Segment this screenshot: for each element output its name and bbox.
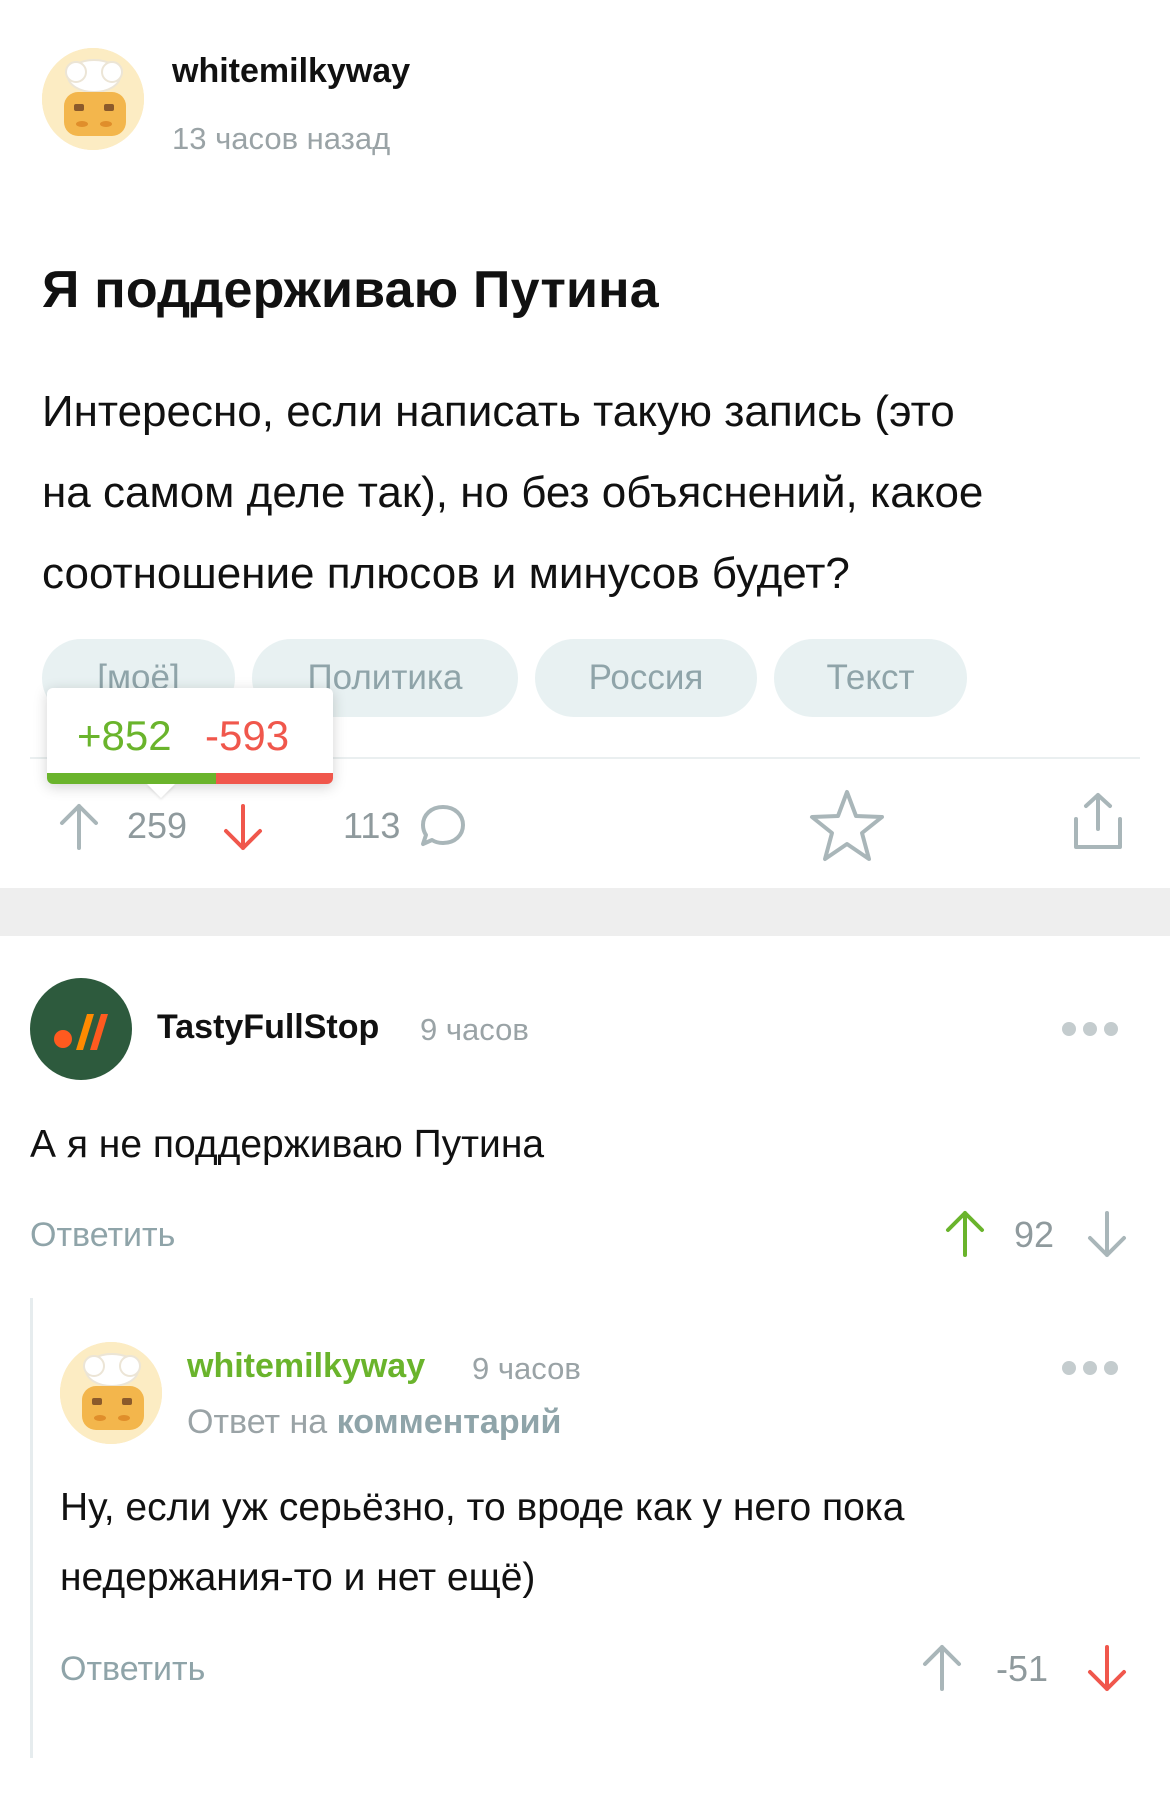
more-dots-icon[interactable] xyxy=(1062,1361,1125,1380)
reply-button[interactable]: Ответить xyxy=(30,1216,175,1255)
post-time: 13 часов назад xyxy=(172,121,391,156)
comment-time: 9 часов xyxy=(420,1012,529,1047)
comments-count[interactable]: 113 xyxy=(343,805,400,847)
tag-rossiya[interactable]: Россия xyxy=(535,639,757,717)
upvote-arrow-icon[interactable] xyxy=(56,802,102,852)
reply-text: Ну, если уж серьёзно, то вроде как у нег… xyxy=(60,1473,904,1613)
reply-author-avatar[interactable] xyxy=(60,1342,162,1444)
post-author[interactable]: whitemilkyway xyxy=(172,52,410,91)
reply-to-prefix: Ответ на xyxy=(187,1403,328,1441)
rating-ratio-plus xyxy=(47,773,216,784)
popup-pointer xyxy=(147,784,175,798)
toast-chef-avatar-icon xyxy=(60,1342,162,1444)
comment-rating: 92 xyxy=(1014,1214,1055,1255)
post-title[interactable]: Я поддерживаю Путина xyxy=(42,260,659,320)
rating-popup: +852 -593 xyxy=(47,688,333,798)
post-text-line: соотношение плюсов и минусов будет? xyxy=(42,549,850,598)
reply-text-line: недержания-то и нет ещё) xyxy=(60,1556,536,1599)
upvote-arrow-icon[interactable] xyxy=(942,1209,988,1259)
reply-text-line: Ну, если уж серьёзно, то вроде как у нег… xyxy=(60,1486,905,1529)
reply-author[interactable]: whitemilkyway xyxy=(187,1347,425,1386)
downvote-arrow-icon[interactable] xyxy=(220,802,266,852)
author-avatar[interactable] xyxy=(42,48,144,150)
vkusno-logo-icon xyxy=(54,1014,108,1050)
reply-rating: -51 xyxy=(996,1648,1049,1689)
reply-to-label: Ответ на комментарий xyxy=(187,1403,561,1442)
section-separator xyxy=(0,888,1170,936)
star-icon[interactable] xyxy=(807,786,887,866)
upvote-arrow-icon[interactable] xyxy=(919,1643,965,1693)
comment-author[interactable]: TastyFullStop xyxy=(157,1008,379,1047)
downvote-arrow-icon[interactable] xyxy=(1084,1209,1130,1259)
reply-button[interactable]: Ответить xyxy=(60,1650,205,1689)
rating-ratio-bar xyxy=(47,773,333,784)
rating-ratio-minus xyxy=(215,773,333,784)
more-dots-icon[interactable] xyxy=(1062,1022,1125,1041)
post-text-line: Интересно, если написать такую запись (э… xyxy=(42,387,955,436)
reply-time: 9 часов xyxy=(472,1351,581,1386)
post-text-line: на самом деле так), но без объяснений, к… xyxy=(42,468,984,517)
rating-plus: +852 xyxy=(77,712,172,759)
commenter-avatar[interactable] xyxy=(30,978,132,1080)
toast-chef-avatar-icon xyxy=(42,48,144,150)
comment-bubble-icon[interactable] xyxy=(418,802,468,850)
downvote-arrow-icon[interactable] xyxy=(1084,1643,1130,1693)
post-text: Интересно, если написать такую запись (э… xyxy=(42,371,1122,614)
tag-tekst[interactable]: Текст xyxy=(774,639,967,717)
share-icon[interactable] xyxy=(1068,789,1128,853)
thread-line xyxy=(30,1298,33,1758)
comment-text: А я не поддерживаю Путина xyxy=(30,1123,545,1166)
post-rating: 259 xyxy=(127,805,188,846)
rating-minus: -593 xyxy=(205,712,290,759)
reply-to-link[interactable]: комментарий xyxy=(337,1403,562,1441)
